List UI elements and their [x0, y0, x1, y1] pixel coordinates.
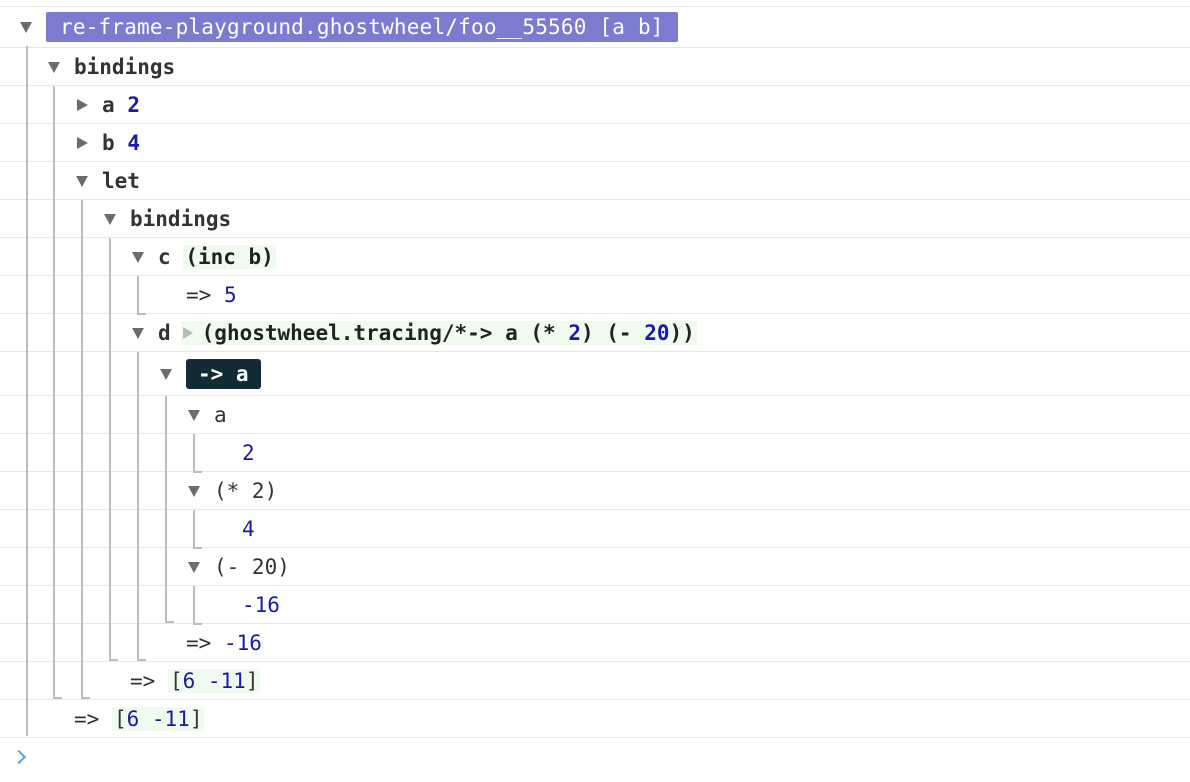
row-divider: [0, 623, 1190, 624]
indent-guide: [137, 352, 139, 660]
expanded-triangle-icon[interactable]: [48, 61, 60, 73]
collapsed-triangle-icon[interactable]: [77, 99, 88, 111]
indent-guide: [165, 621, 174, 623]
let-bindings-node[interactable]: bindings: [104, 200, 231, 238]
row-divider: [0, 47, 1190, 48]
binding-key: a: [102, 93, 115, 117]
step-expression: (- 20): [214, 555, 290, 579]
binding-value: 2: [127, 93, 140, 117]
binding-d-result: => -16: [186, 624, 262, 662]
thread-step-value: 4: [242, 510, 255, 548]
bindings-label: bindings: [130, 207, 232, 231]
binding-c-result: => 5: [186, 276, 237, 314]
binding-d-row[interactable]: d (ghostwheel.tracing/*-> a (* 2) (- 20)…: [132, 314, 697, 352]
binding-a-row[interactable]: a 2: [77, 86, 140, 124]
indent-guide: [53, 86, 55, 698]
expanded-triangle-icon[interactable]: [132, 251, 144, 263]
row-divider: [0, 395, 1190, 396]
row-divider: [0, 123, 1190, 124]
step-expression: a: [214, 403, 227, 427]
expanded-triangle-icon[interactable]: [160, 368, 172, 380]
indent-guide: [81, 200, 83, 698]
function-name-badge[interactable]: re-frame-playground.ghostwheel/foo__5556…: [46, 12, 678, 42]
result-arrow: =>: [74, 707, 100, 731]
collapsed-triangle-icon[interactable]: [182, 327, 193, 339]
indent-guide: [26, 46, 28, 736]
binding-form: (inc b): [183, 245, 276, 269]
step-value: 4: [242, 517, 255, 541]
indent-guide: [137, 659, 146, 661]
bindings-label: bindings: [74, 55, 176, 79]
binding-c-row[interactable]: c (inc b): [132, 238, 276, 276]
thread-step-row[interactable]: (- 20): [188, 548, 290, 586]
expanded-triangle-icon[interactable]: [188, 409, 200, 421]
function-result: => [6 -11]: [74, 700, 205, 738]
binding-key: b: [102, 131, 115, 155]
indent-guide: [193, 510, 195, 548]
row-divider: [0, 585, 1190, 586]
indent-guide: [53, 697, 62, 699]
row-divider: [0, 433, 1190, 434]
thread-macro-badge[interactable]: -> a: [186, 359, 261, 389]
row-divider: [0, 547, 1190, 548]
indent-guide: [165, 396, 167, 622]
result-value: -16: [223, 631, 262, 655]
expanded-triangle-icon[interactable]: [76, 175, 88, 187]
collapsed-triangle-icon[interactable]: [77, 137, 88, 149]
thread-step-row[interactable]: (* 2): [188, 472, 277, 510]
trace-header-row[interactable]: re-frame-playground.ghostwheel/foo__5556…: [20, 8, 678, 46]
let-node[interactable]: let: [76, 162, 140, 200]
indent-guide: [109, 238, 111, 660]
binding-value: 4: [127, 131, 140, 155]
row-divider: [0, 85, 1190, 86]
console-prompt-chevron-icon[interactable]: [11, 749, 27, 765]
indent-guide: [193, 434, 195, 472]
bindings-node[interactable]: bindings: [48, 48, 175, 86]
expanded-triangle-icon[interactable]: [132, 327, 144, 339]
let-result: => [6 -11]: [130, 662, 261, 700]
row-divider: [0, 509, 1190, 510]
result-vector: [6 -11]: [111, 707, 205, 731]
row-divider: [0, 161, 1190, 162]
row-divider: [0, 6, 1190, 7]
thread-step-row[interactable]: a: [188, 396, 227, 434]
binding-b-row[interactable]: b 4: [77, 124, 140, 162]
step-value: -16: [242, 593, 280, 617]
result-arrow: =>: [186, 283, 212, 307]
thread-macro-node[interactable]: -> a: [160, 355, 261, 393]
let-label: let: [102, 169, 140, 193]
expanded-triangle-icon[interactable]: [188, 485, 200, 497]
row-divider: [0, 471, 1190, 472]
thread-step-value: 2: [242, 434, 255, 472]
expanded-triangle-icon[interactable]: [20, 21, 32, 33]
step-value: 2: [242, 441, 255, 465]
binding-key: c: [158, 245, 171, 269]
result-value: 5: [223, 283, 237, 307]
indent-guide: [109, 659, 118, 661]
indent-guide: [81, 697, 90, 699]
thread-step-value: -16: [242, 586, 280, 624]
result-arrow: =>: [130, 669, 156, 693]
binding-key: d: [158, 321, 171, 345]
step-expression: (* 2): [214, 479, 278, 503]
indent-guide: [137, 276, 139, 314]
result-arrow: =>: [186, 631, 212, 655]
binding-form: (ghostwheel.tracing/*-> a (* 2) (- 20)): [180, 321, 697, 345]
indent-guide: [193, 586, 195, 624]
expanded-triangle-icon[interactable]: [188, 561, 200, 573]
result-vector: [6 -11]: [167, 669, 261, 693]
expanded-triangle-icon[interactable]: [104, 213, 116, 225]
